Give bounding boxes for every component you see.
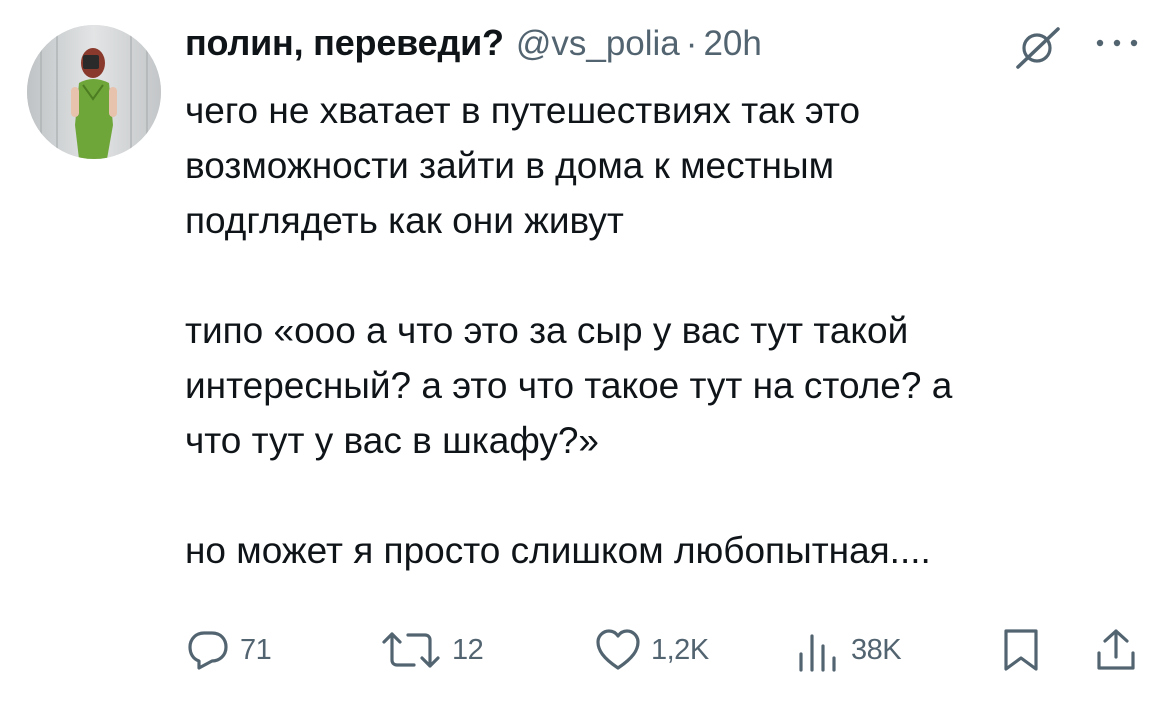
timestamp[interactable]: 20h <box>703 24 761 64</box>
tweet-text: чего не хватает в путешествиях так это в… <box>185 90 953 571</box>
separator-dot: · <box>685 24 698 63</box>
action-bar: 71 12 1,2K 38K <box>0 615 1170 685</box>
tweet-header: полин, переведи? @vs_polia · 20h <box>185 22 762 70</box>
user-handle[interactable]: @vs_polia <box>516 24 680 64</box>
avatar[interactable] <box>27 25 161 159</box>
bookmark-icon <box>1004 629 1038 671</box>
more-icon[interactable] <box>1094 36 1140 50</box>
like-button[interactable]: 1,2K <box>595 615 709 685</box>
views-chart-icon <box>799 634 836 672</box>
reply-count: 71 <box>240 633 272 666</box>
share-button[interactable] <box>1095 615 1137 685</box>
tweet[interactable]: полин, переведи? @vs_polia · 20h чего не… <box>0 0 1170 715</box>
retweet-icon <box>382 632 440 668</box>
grok-icon[interactable] <box>1012 25 1062 71</box>
share-icon <box>1097 629 1135 670</box>
views-button[interactable]: 38K <box>795 615 902 685</box>
reply-button[interactable]: 71 <box>186 615 272 685</box>
retweet-button[interactable]: 12 <box>380 615 484 685</box>
views-count: 38K <box>851 633 902 666</box>
bookmark-button[interactable] <box>1001 615 1041 685</box>
reply-icon <box>188 631 228 670</box>
retweet-count: 12 <box>452 633 484 666</box>
heart-icon <box>596 629 640 670</box>
like-count: 1,2K <box>651 633 709 666</box>
display-name[interactable]: полин, переведи? <box>185 22 504 64</box>
